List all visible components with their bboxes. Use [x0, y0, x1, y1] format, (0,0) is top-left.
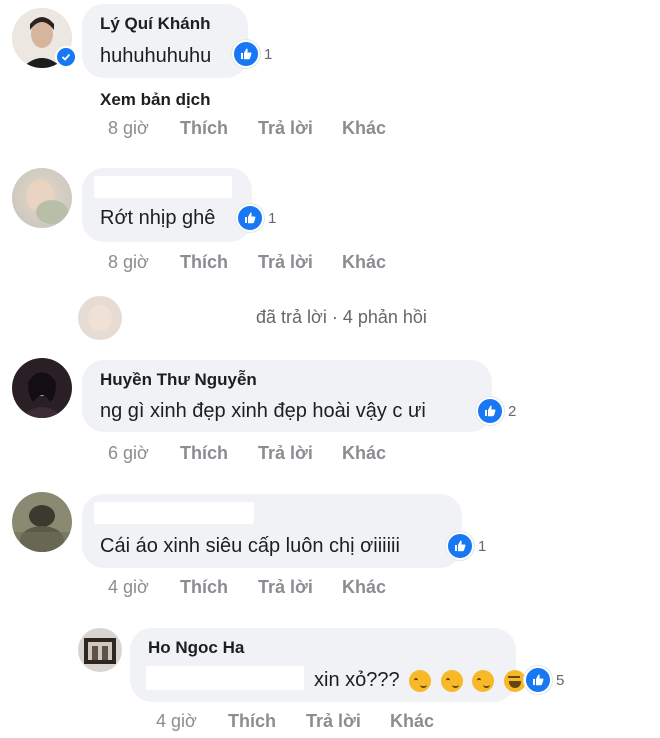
like-count[interactable]: 5	[524, 666, 564, 694]
avatar-photo-blurred	[12, 168, 72, 228]
smirk-emoji-icon	[409, 669, 432, 692]
comment-author[interactable]: Lý Quí Khánh	[100, 14, 211, 34]
thumbs-up-icon	[236, 204, 264, 232]
timestamp[interactable]: 4 giờ	[108, 577, 180, 598]
avatar[interactable]	[78, 628, 122, 672]
reply-button[interactable]: Trả lời	[258, 118, 342, 139]
mentioned-name-redacted[interactable]	[146, 666, 304, 690]
more-button[interactable]: Khác	[342, 577, 386, 598]
thumbs-up-icon	[524, 666, 552, 694]
timestamp[interactable]: 8 giờ	[108, 118, 180, 139]
avatar-photo	[12, 358, 72, 418]
comment-author[interactable]: Huyền Thư Nguyễn	[100, 370, 257, 390]
timestamp[interactable]: 8 giờ	[108, 252, 180, 273]
more-button[interactable]: Khác	[342, 443, 386, 464]
reply-button[interactable]: Trả lời	[258, 252, 342, 273]
avatar-photo	[78, 628, 122, 672]
reply-button[interactable]: Trả lời	[258, 443, 342, 464]
author-name-redacted[interactable]	[94, 502, 254, 524]
like-count-number: 2	[508, 402, 517, 420]
reply-button[interactable]: Trả lời	[258, 577, 342, 598]
timestamp[interactable]: 4 giờ	[156, 711, 228, 732]
author-name-redacted[interactable]	[94, 176, 232, 198]
comment-author[interactable]: Ho Ngoc Ha	[148, 638, 244, 658]
more-button[interactable]: Khác	[342, 252, 386, 273]
thumbs-up-icon	[446, 532, 474, 560]
comment-actions: 8 giờ Thích Trả lời Khác	[108, 118, 386, 139]
like-count-number: 1	[478, 537, 487, 555]
thumbs-up-icon	[476, 397, 504, 425]
like-count[interactable]: 1	[236, 204, 276, 232]
like-count[interactable]: 1	[232, 40, 272, 68]
like-count-number: 1	[268, 209, 277, 227]
smirk-emoji-icon	[440, 669, 463, 692]
comment-text-value: xin xỏ???	[314, 669, 400, 691]
like-count[interactable]: 1	[446, 532, 486, 560]
verified-badge-icon	[55, 46, 77, 68]
like-button[interactable]: Thích	[180, 443, 258, 464]
like-button[interactable]: Thích	[180, 577, 258, 598]
comment-text: ng gì xinh đẹp xinh đẹp hoài vậy c ưi	[100, 400, 426, 422]
like-count-number: 5	[556, 671, 565, 689]
comment-actions: 4 giờ Thích Trả lời Khác	[156, 711, 434, 732]
thumbs-up-icon	[232, 40, 260, 68]
like-count[interactable]: 2	[476, 397, 516, 425]
avatar[interactable]	[78, 296, 122, 340]
comment-actions: 4 giờ Thích Trả lời Khác	[108, 577, 386, 598]
comment-text: xin xỏ???	[314, 669, 526, 692]
like-button[interactable]: Thích	[228, 711, 306, 732]
avatar[interactable]	[12, 492, 72, 552]
comment-actions: 8 giờ Thích Trả lời Khác	[108, 252, 386, 273]
like-button[interactable]: Thích	[180, 252, 258, 273]
avatar-photo-blurred	[12, 492, 72, 552]
timestamp[interactable]: 6 giờ	[108, 443, 180, 464]
more-button[interactable]: Khác	[390, 711, 434, 732]
reply-button[interactable]: Trả lời	[306, 711, 390, 732]
comment-text: Cái áo xinh siêu cấp luôn chị ơiiiiii	[100, 535, 400, 557]
reply-summary-link[interactable]: đã trả lời · 4 phản hồi	[256, 307, 427, 328]
avatar[interactable]	[12, 168, 72, 228]
more-button[interactable]: Khác	[342, 118, 386, 139]
comment-text: huhuhuhuhu	[100, 45, 212, 67]
avatar-photo-blurred	[78, 296, 122, 340]
like-button[interactable]: Thích	[180, 118, 258, 139]
see-translation-link[interactable]: Xem bản dịch	[100, 90, 211, 110]
laughing-emoji-icon	[503, 669, 526, 692]
avatar[interactable]	[12, 358, 72, 418]
like-count-number: 1	[264, 45, 273, 63]
smirk-emoji-icon	[472, 669, 495, 692]
comment-text: Rớt nhịp ghê	[100, 207, 216, 229]
comment-actions: 6 giờ Thích Trả lời Khác	[108, 443, 386, 464]
